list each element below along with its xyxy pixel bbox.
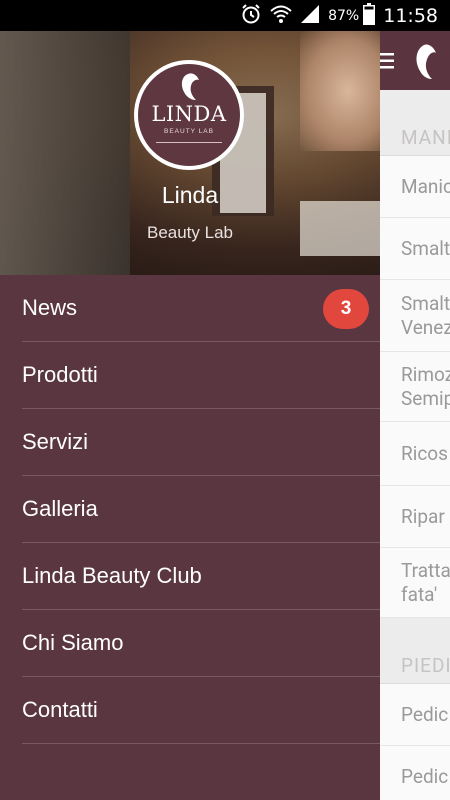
list-item[interactable]: Manic xyxy=(380,156,450,218)
list-item[interactable]: Pedic xyxy=(380,746,450,800)
battery-percent: 87% xyxy=(328,7,360,24)
profile-name: Linda xyxy=(161,182,219,208)
logo-text: LINDA xyxy=(151,102,227,126)
hamburger-menu-icon[interactable] xyxy=(380,53,394,73)
list-item-label: Semip xyxy=(401,386,450,410)
list-item[interactable]: Smalt Venez xyxy=(380,280,450,352)
battery-icon xyxy=(363,2,376,29)
app-toolbar xyxy=(380,31,450,90)
navigation-drawer: LINDA BEAUTY LAB Linda Beauty Lab News 3… xyxy=(0,31,380,800)
list-item[interactable]: Smalt xyxy=(380,218,450,280)
list-item[interactable]: Rimoz Semip xyxy=(380,352,450,422)
signal-icon xyxy=(300,4,320,28)
menu-item-label: Linda Beauty Club xyxy=(22,563,202,588)
section-header: MANI xyxy=(380,90,450,156)
list-item[interactable]: Tratta fata' xyxy=(380,548,450,618)
menu-item-label: News xyxy=(22,295,78,320)
list-item-label: Ricos xyxy=(401,441,448,465)
menu-item-label: Contatti xyxy=(22,697,98,722)
alarm-icon xyxy=(240,3,262,29)
menu-item-news[interactable]: News 3 xyxy=(22,275,380,342)
profile-logo: LINDA BEAUTY LAB xyxy=(134,60,244,170)
list-item-label: Rimoz xyxy=(401,362,450,386)
services-list: MANI Manic Smalt Smalt Venez Rimoz Semip R… xyxy=(380,90,450,800)
list-item-label: Ripar xyxy=(401,504,445,528)
logo-divider xyxy=(156,142,222,143)
menu-item-label: Prodotti xyxy=(22,362,98,387)
menu-item-label: Servizi xyxy=(22,429,89,454)
clock: 11:58 xyxy=(383,4,438,27)
list-item-label: Tratta xyxy=(401,558,450,582)
menu-item-label: Chi Siamo xyxy=(22,630,124,655)
menu-item-servizi[interactable]: Servizi xyxy=(22,409,380,476)
section-header: PIEDI xyxy=(380,618,450,684)
list-item-label: Manic xyxy=(401,174,450,198)
drawer-menu: News 3 Prodotti Servizi Galleria Linda B… xyxy=(0,275,380,744)
list-item[interactable]: Ricos xyxy=(380,422,450,486)
notification-badge: 3 xyxy=(323,289,369,329)
menu-item-label: Galleria xyxy=(22,496,98,521)
list-item-label: Pedic xyxy=(401,764,449,788)
status-bar: 87% 11:58 xyxy=(0,0,450,31)
logo-subtext: BEAUTY LAB xyxy=(164,128,214,135)
profile-subtitle: Beauty Lab xyxy=(146,223,233,242)
list-item-label: Smalt xyxy=(401,291,450,315)
header-image-part xyxy=(300,31,380,151)
list-item-label: Smalt xyxy=(401,236,450,260)
list-item[interactable]: Pedic xyxy=(380,684,450,746)
wifi-icon xyxy=(270,4,292,28)
menu-item-galleria[interactable]: Galleria xyxy=(22,476,380,543)
drawer-header: LINDA BEAUTY LAB Linda Beauty Lab xyxy=(0,31,380,275)
menu-item-contatti[interactable]: Contatti xyxy=(22,677,380,744)
menu-item-beauty-club[interactable]: Linda Beauty Club xyxy=(22,543,380,610)
list-item[interactable]: Ripar xyxy=(380,486,450,548)
list-item-label: fata' xyxy=(401,582,438,606)
list-item-label: Pedic xyxy=(401,702,449,726)
menu-item-chi-siamo[interactable]: Chi Siamo xyxy=(22,610,380,677)
woman-silhouette-icon xyxy=(176,72,202,106)
menu-item-prodotti[interactable]: Prodotti xyxy=(22,342,380,409)
brand-logo-icon xyxy=(410,43,440,85)
list-item-label: Venez xyxy=(401,315,450,339)
